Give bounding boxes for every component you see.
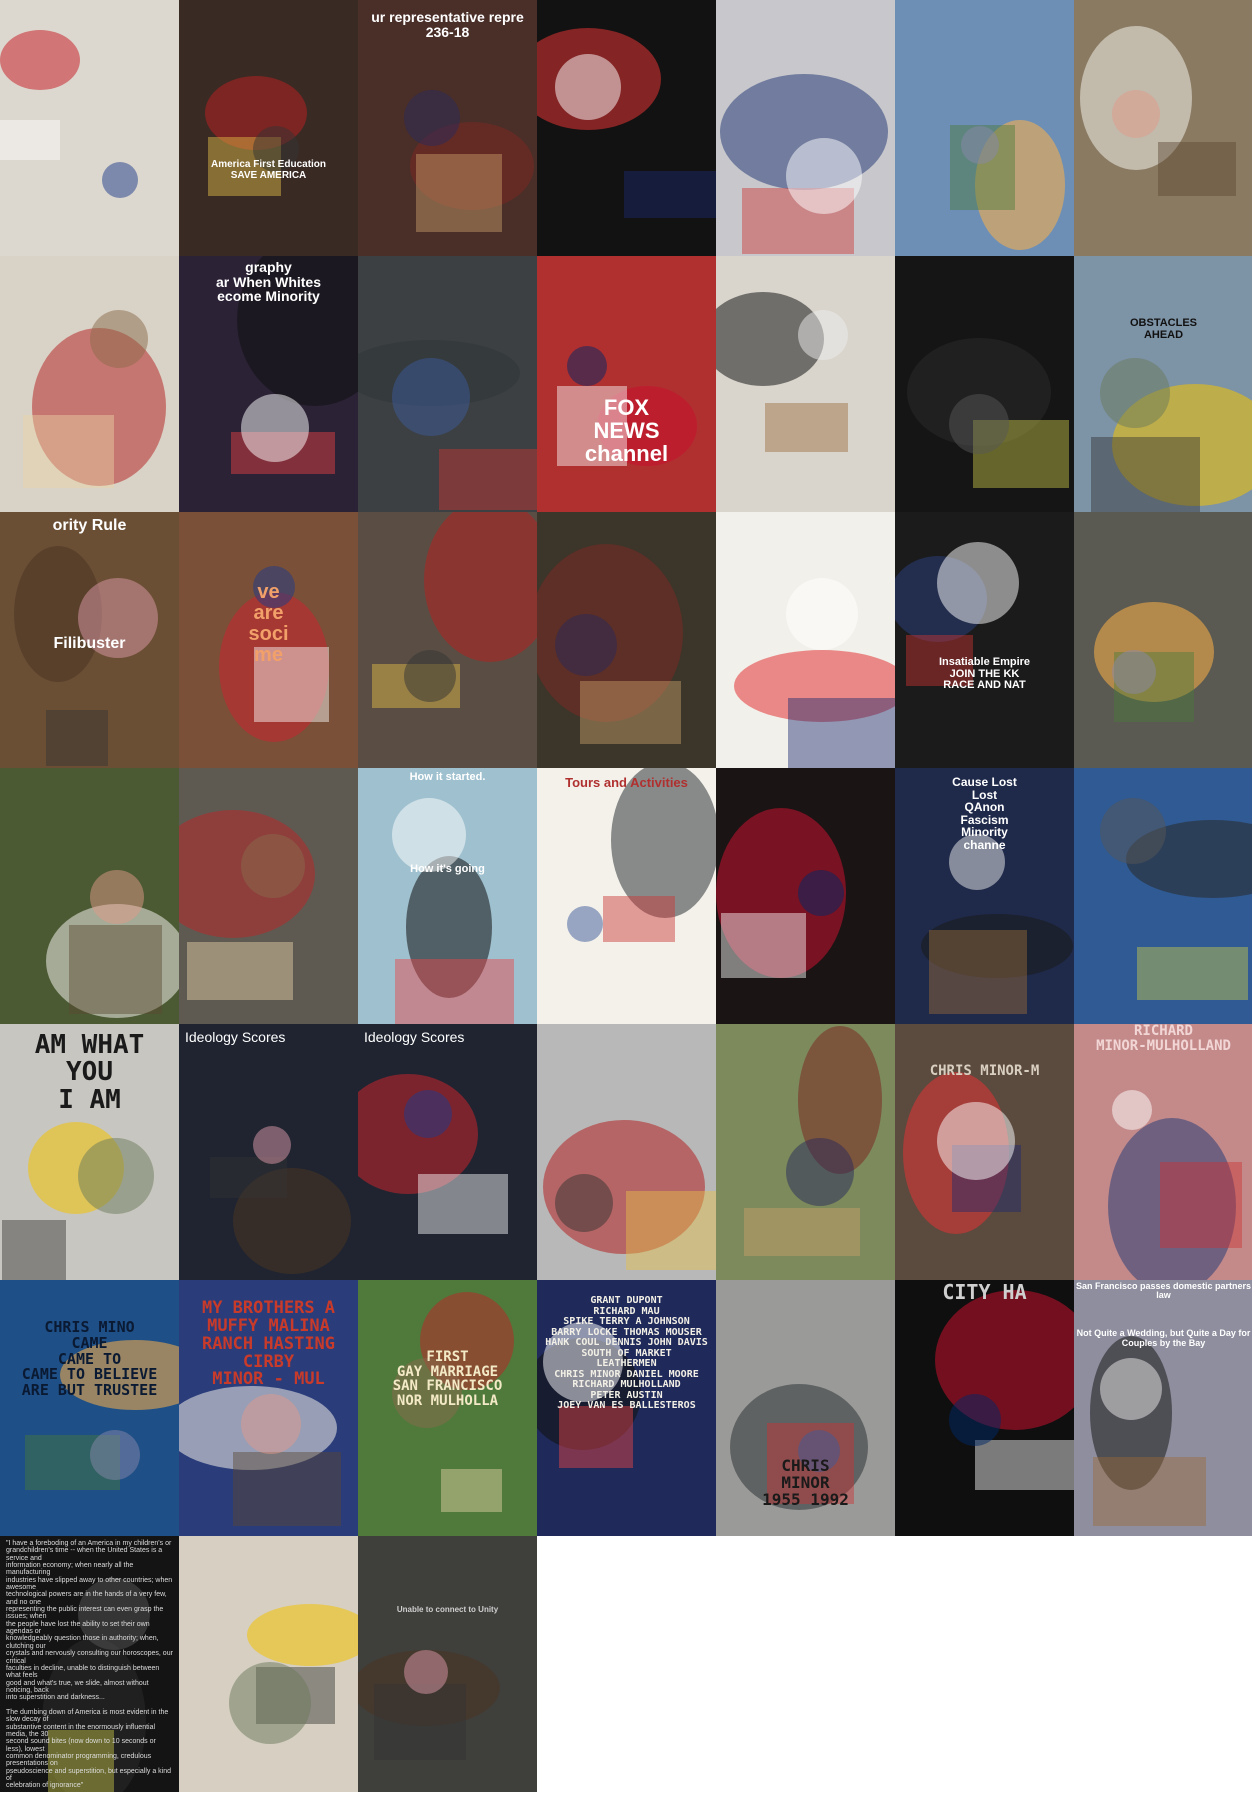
artwork-tile: Ideology Scores — [179, 1024, 358, 1280]
artwork-tile: Tours and Activities — [537, 768, 716, 1024]
artwork-tile: ur representative repre 236-18 — [358, 0, 537, 256]
artwork-tile — [1074, 0, 1252, 256]
artwork-tile: Ideology Scores — [358, 1024, 537, 1280]
art-collage-grid: America First Education SAVE AMERICA ur r… — [0, 0, 1252, 1800]
artwork-tile — [1074, 512, 1252, 768]
artwork-tile — [1074, 768, 1252, 1024]
artwork-tile — [537, 512, 716, 768]
artwork-tile: MY BROTHERS A MUFFY MALINA RANCH HASTING… — [179, 1280, 358, 1536]
artwork-tile — [179, 1536, 358, 1792]
artwork-tile — [358, 512, 537, 768]
artwork-tile: OBSTACLES AHEAD — [1074, 256, 1252, 512]
artwork-tile: How it started. How it's going — [358, 768, 537, 1024]
artwork-tile — [358, 256, 537, 512]
artwork-tile: Unable to connect to Unity — [358, 1536, 537, 1792]
artwork-tile: FOX NEWS channel — [537, 256, 716, 512]
artwork-tile: CHRIS MINO CAME CAME TO CAME TO BELIEVE … — [0, 1280, 179, 1536]
artwork-tile — [179, 768, 358, 1024]
artwork-tile — [0, 768, 179, 1024]
artwork-tile: FIRST GAY MARRIAGE SAN FRANCISCO NOR MUL… — [358, 1280, 537, 1536]
artwork-tile — [537, 0, 716, 256]
artwork-tile: ve are soci me — [179, 512, 358, 768]
artwork-tile: CHRIS MINOR-M — [895, 1024, 1074, 1280]
artwork-tile: ority Rule Filibuster — [0, 512, 179, 768]
artwork-tile: graphy ar When Whites ecome Minority — [179, 256, 358, 512]
artwork-tile: "I have a foreboding of an America in my… — [0, 1536, 179, 1792]
artwork-tile — [716, 1024, 895, 1280]
artwork-tile — [0, 256, 179, 512]
artwork-tile — [537, 1024, 716, 1280]
artwork-tile: Cause Lost Lost QAnon Fascism Minority c… — [895, 768, 1074, 1024]
artwork-tile: RICHARD MINOR-MULHOLLAND — [1074, 1024, 1252, 1280]
artwork-tile — [716, 512, 895, 768]
artwork-tile: CITY HA — [895, 1280, 1074, 1536]
artwork-tile — [716, 768, 895, 1024]
artwork-tile: CHRIS MINOR 1955 1992 — [716, 1280, 895, 1536]
artwork-tile — [0, 0, 179, 256]
artwork-tile — [895, 0, 1074, 256]
artwork-tile: AM WHAT YOU I AM — [0, 1024, 179, 1280]
artwork-tile: America First Education SAVE AMERICA — [179, 0, 358, 256]
artwork-tile — [895, 256, 1074, 512]
artwork-tile: GRANT DUPONT RICHARD MAU SPIKE TERRY A J… — [537, 1280, 716, 1536]
artwork-tile: San Francisco passes domestic partners l… — [1074, 1280, 1252, 1536]
artwork-tile — [716, 0, 895, 256]
artwork-tile — [716, 256, 895, 512]
artwork-tile: Insatiable Empire JOIN THE KK RACE AND N… — [895, 512, 1074, 768]
